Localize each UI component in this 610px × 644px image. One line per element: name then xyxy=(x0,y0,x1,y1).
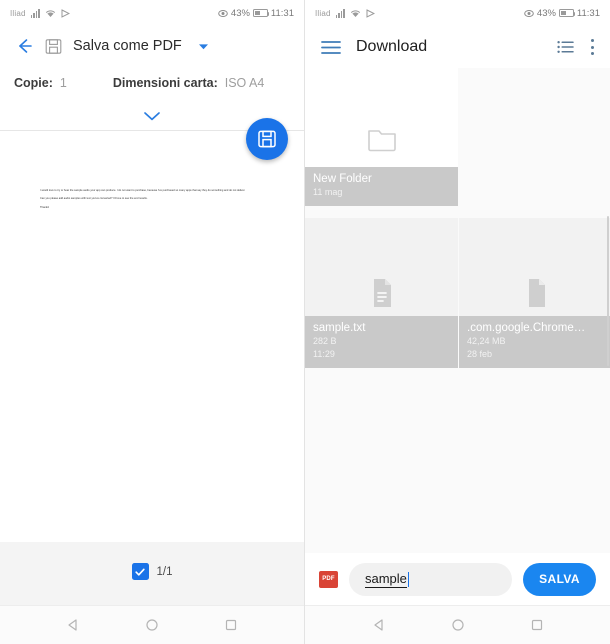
print-options-row: Copie: 1 Dimensioni carta: ISO A4 xyxy=(0,66,304,100)
save-fab-button[interactable] xyxy=(246,118,288,160)
checkmark-icon xyxy=(135,568,145,576)
folder-icon xyxy=(367,130,396,152)
pdf-file-type-icon: PDF xyxy=(319,570,338,588)
status-bar-right-group: 43% 11:31 xyxy=(218,8,294,19)
save-floppy-icon xyxy=(258,130,276,148)
empty-grid-cell xyxy=(459,68,610,206)
battery-percent-label: 43% xyxy=(230,7,250,19)
copies-label: Copie: xyxy=(14,76,53,90)
print-title: Salva come PDF xyxy=(73,38,182,54)
document-body-text: I would love to try or hear the sample a… xyxy=(40,189,266,214)
carrier-label: Iliad xyxy=(10,8,26,18)
document-preview-area[interactable]: I would love to try or hear the sample a… xyxy=(0,118,304,605)
copies-value[interactable]: 1 xyxy=(60,76,67,90)
status-bar-left-group: Iliad xyxy=(10,8,70,18)
caret-down-icon[interactable] xyxy=(197,40,210,53)
eye-comfort-icon xyxy=(524,9,534,18)
carrier-label: Iliad xyxy=(315,8,331,18)
file-meta-primary: 42,24 MB xyxy=(467,335,506,346)
page-count-row: 1/1 xyxy=(0,563,304,580)
page-select-checkbox[interactable] xyxy=(131,563,149,580)
status-bar-right-group: 43% 11:31 xyxy=(524,8,600,19)
tile-caption: .com.google.Chrome… 42,24 MB 28 feb xyxy=(459,315,610,368)
status-bar-left: Iliad 43% 11:31 xyxy=(0,0,304,26)
three-dots-vertical-icon[interactable] xyxy=(590,39,594,55)
nav-recents-square-icon[interactable] xyxy=(526,614,548,636)
text-file-icon xyxy=(373,279,391,307)
nav-home-circle-icon[interactable] xyxy=(141,614,163,636)
dual-screenshot-container: Iliad 43% 11:31 Salva come PDF Copie: 1 … xyxy=(0,0,610,644)
signal-bars-icon xyxy=(335,8,345,18)
print-preview-screen: Iliad 43% 11:31 Salva come PDF Copie: 1 … xyxy=(0,0,305,644)
file-meta-primary: 282 B xyxy=(313,335,337,346)
file-manager-screen: Iliad 43% 11:31 Download New Folder 11 m… xyxy=(305,0,610,644)
android-nav-bar-left xyxy=(0,605,304,644)
list-item[interactable]: sample.txt 282 B 11:29 xyxy=(305,218,458,368)
eye-comfort-icon xyxy=(218,9,228,18)
play-cast-icon xyxy=(366,8,375,18)
file-manager-actions xyxy=(557,39,594,55)
back-arrow-icon[interactable] xyxy=(14,36,34,56)
clock-label: 11:31 xyxy=(270,7,294,19)
filename-value: sample xyxy=(365,570,407,588)
paper-size-label: Dimensioni carta: xyxy=(112,76,218,90)
android-nav-bar-right xyxy=(305,605,610,644)
nav-back-triangle-icon[interactable] xyxy=(62,614,84,636)
file-meta-primary: 11 mag xyxy=(313,186,343,197)
play-cast-icon xyxy=(61,8,70,18)
battery-percent-label: 43% xyxy=(536,7,556,19)
page-count-label: 1/1 xyxy=(156,565,173,578)
document-paragraph: Can you please add audio samples with te… xyxy=(40,197,148,201)
chevron-down-icon xyxy=(142,109,162,121)
file-meta-secondary: 28 feb xyxy=(467,348,493,359)
page-sheet: I would love to try or hear the sample a… xyxy=(0,131,304,542)
save-button[interactable]: SALVA xyxy=(523,562,596,596)
vertical-scrollbar[interactable] xyxy=(606,216,609,366)
nav-recents-square-icon[interactable] xyxy=(220,614,242,636)
paper-size-value[interactable]: ISO A4 xyxy=(225,76,265,90)
save-floppy-icon xyxy=(45,38,62,55)
clock-label: 11:31 xyxy=(576,7,600,19)
status-bar-left-group: Iliad xyxy=(315,8,375,18)
hamburger-menu-icon[interactable] xyxy=(321,40,341,55)
tile-caption: sample.txt 282 B 11:29 xyxy=(305,315,458,368)
print-header: Salva come PDF xyxy=(0,26,304,66)
document-paragraph: I would love to try or hear the sample a… xyxy=(40,189,246,192)
tile-caption: New Folder 11 mag xyxy=(305,166,458,206)
document-paragraph: Thanks! xyxy=(40,205,50,209)
list-item[interactable]: .com.google.Chrome… 42,24 MB 28 feb xyxy=(459,218,610,368)
text-cursor xyxy=(407,571,410,587)
file-meta-secondary: 11:29 xyxy=(313,348,335,359)
battery-icon xyxy=(252,9,270,17)
nav-home-circle-icon[interactable] xyxy=(447,614,469,636)
wifi-icon xyxy=(45,9,56,18)
file-name: .com.google.Chrome… xyxy=(467,321,586,334)
file-name: New Folder xyxy=(313,172,372,185)
file-manager-title: Download xyxy=(356,38,428,55)
list-view-icon[interactable] xyxy=(557,40,574,54)
generic-file-icon xyxy=(528,279,545,307)
file-manager-header: Download xyxy=(305,26,610,68)
nav-back-triangle-icon[interactable] xyxy=(368,614,390,636)
signal-bars-icon xyxy=(30,8,40,18)
file-name: sample.txt xyxy=(313,321,366,334)
status-bar-right: Iliad 43% 11:31 xyxy=(305,0,610,26)
save-file-bar: PDF sample SALVA xyxy=(305,553,610,605)
file-grid-body[interactable]: New Folder 11 mag sample.txt 282 B 11:29 xyxy=(305,68,610,605)
wifi-icon xyxy=(350,9,361,18)
battery-icon xyxy=(558,9,576,17)
filename-input[interactable]: sample xyxy=(349,562,513,596)
list-item[interactable]: New Folder 11 mag xyxy=(305,68,458,206)
